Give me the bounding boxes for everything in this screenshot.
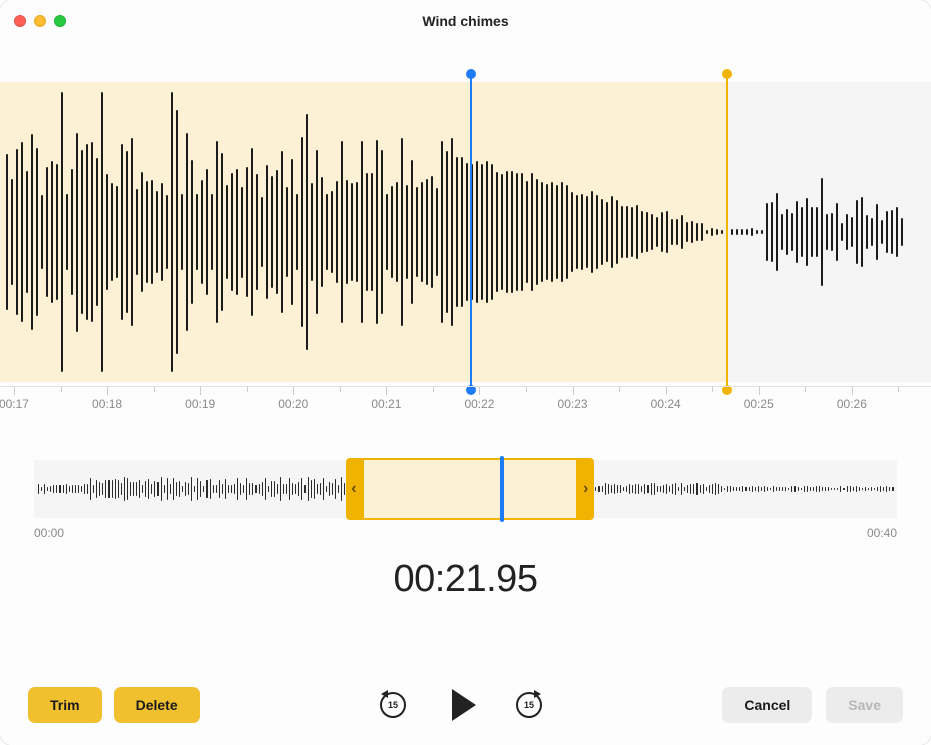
waveform-bars xyxy=(0,82,931,382)
waveform-overview[interactable]: ‹ › 00:00 00:40 xyxy=(34,460,897,540)
titlebar: Wind chimes xyxy=(0,0,931,42)
play-icon xyxy=(452,689,476,721)
save-button: Save xyxy=(826,687,903,723)
ruler-label: 00:22 xyxy=(464,397,494,411)
playhead[interactable] xyxy=(470,74,472,390)
skip-forward-icon: 15 xyxy=(516,692,542,718)
ruler-label: 00:19 xyxy=(185,397,215,411)
maximize-window-button[interactable] xyxy=(54,15,66,27)
play-button[interactable] xyxy=(444,688,478,722)
ruler-label: 00:20 xyxy=(278,397,308,411)
skip-back-value: 15 xyxy=(388,700,398,710)
toolbar: Trim Delete 15 15 xyxy=(0,687,931,745)
content-area: 00:17 00:18 00:19 00:20 00:21 00:22 00:23 00:24… xyxy=(0,42,931,745)
trim-handle-right[interactable]: › xyxy=(578,458,594,520)
overview-start-time: 00:00 xyxy=(34,526,64,540)
app-window: Wind chimes 00:1700:1800:1900:2000:2100:… xyxy=(0,0,931,745)
skip-forward-value: 15 xyxy=(524,700,534,710)
minimize-window-button[interactable] xyxy=(34,15,46,27)
window-controls xyxy=(14,15,66,27)
ruler-label: 00:17 xyxy=(0,397,29,411)
ruler-label: 00:18 xyxy=(92,397,122,411)
ruler-label: 00:25 xyxy=(744,397,774,411)
overview-selection xyxy=(362,458,578,520)
waveform-editor[interactable] xyxy=(0,82,931,382)
trim-button[interactable]: Trim xyxy=(28,687,102,723)
ruler-label: 00:26 xyxy=(837,397,867,411)
skip-forward-15-button[interactable]: 15 xyxy=(512,688,546,722)
close-window-button[interactable] xyxy=(14,15,26,27)
trim-end-marker[interactable] xyxy=(726,74,728,390)
ruler-label: 00:24 xyxy=(651,397,681,411)
skip-back-15-button[interactable]: 15 xyxy=(376,688,410,722)
delete-button[interactable]: Delete xyxy=(114,687,200,723)
cancel-button[interactable]: Cancel xyxy=(722,687,812,723)
trim-handle-left[interactable]: ‹ xyxy=(346,458,362,520)
window-title: Wind chimes xyxy=(422,13,508,29)
playback-controls: 15 15 xyxy=(212,688,711,722)
current-time-display: 00:21.95 xyxy=(0,558,931,601)
overview-end-time: 00:40 xyxy=(867,526,897,540)
time-ruler: 00:17 00:18 00:19 00:20 00:21 00:22 00:23 00:24… xyxy=(0,386,931,422)
skip-back-icon: 15 xyxy=(380,692,406,718)
ruler-label: 00:23 xyxy=(558,397,588,411)
ruler-label: 00:21 xyxy=(371,397,401,411)
overview-playhead[interactable] xyxy=(500,456,504,522)
